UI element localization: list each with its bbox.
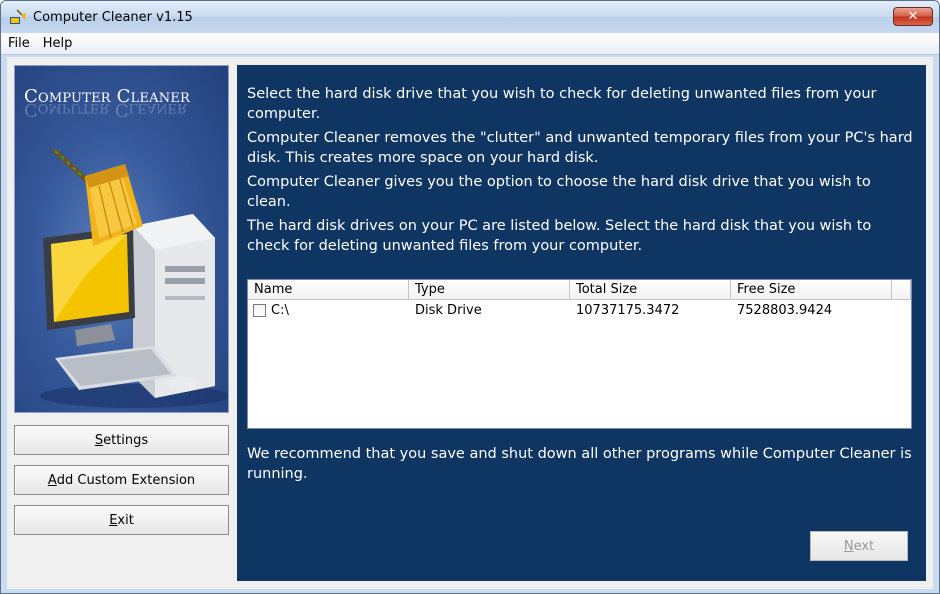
table-row[interactable]: C:\ Disk Drive 10737175.3472 7528803.942…	[248, 300, 911, 320]
column-header-total-size[interactable]: Total Size	[570, 280, 731, 300]
broom-app-icon	[9, 8, 27, 26]
window-title: Computer Cleaner v1.15	[33, 9, 193, 25]
computer-broom-illustration	[40, 148, 228, 408]
instruction-text-2: Computer Cleaner removes the "clutter" a…	[247, 130, 913, 166]
app-window: Computer Cleaner v1.15 ✕ File Help Compu…	[0, 0, 940, 594]
column-header-name[interactable]: Name	[248, 280, 409, 300]
content-panel: Select the hard disk drive that you wish…	[237, 65, 926, 581]
column-header-filler	[892, 280, 911, 300]
exit-button[interactable]: Exit	[14, 505, 229, 535]
drive-type: Disk Drive	[415, 302, 482, 318]
menu-file[interactable]: File	[1, 36, 36, 51]
logo-title-reflection: Computer Cleaner	[24, 100, 187, 120]
instruction-text-1: Select the hard disk drive that you wish…	[247, 86, 877, 122]
menu-help[interactable]: Help	[36, 36, 79, 51]
title-bar[interactable]: Computer Cleaner v1.15 ✕	[1, 1, 939, 33]
column-header-free-size[interactable]: Free Size	[731, 280, 892, 300]
instruction-text-3: Computer Cleaner gives you the option to…	[247, 174, 871, 210]
instruction-text-4: The hard disk drives on your PC are list…	[247, 218, 872, 254]
drive-total-size: 10737175.3472	[576, 302, 680, 318]
drive-name-cell: C:\	[248, 303, 409, 318]
settings-button[interactable]: Settings	[14, 425, 229, 455]
client-area: Computer Cleaner Computer Cleaner S etti…	[7, 57, 933, 589]
drive-free-size: 7528803.9424	[737, 302, 833, 318]
recommendation-text: We recommend that you save and shut down…	[247, 446, 912, 482]
next-button[interactable]: Next	[810, 531, 908, 561]
column-header-type[interactable]: Type	[409, 280, 570, 300]
drive-checkbox[interactable]	[253, 303, 266, 317]
logo-panel: Computer Cleaner Computer Cleaner	[14, 65, 229, 413]
drive-name: C:\	[271, 302, 289, 318]
add-custom-extension-button[interactable]: Add Custom Extension	[14, 465, 229, 495]
menu-bar: File Help	[1, 33, 939, 55]
drive-list[interactable]: Name Type Total Size Free Size C:\ Disk …	[247, 279, 912, 429]
close-icon: ✕	[907, 9, 919, 24]
drive-list-header: Name Type Total Size Free Size	[248, 280, 911, 300]
close-button[interactable]: ✕	[893, 7, 933, 26]
